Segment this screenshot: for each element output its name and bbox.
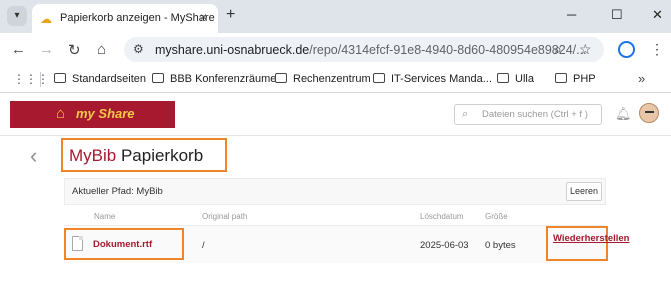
bookmarks-more-icon[interactable]: »: [638, 71, 645, 86]
new-tab-button[interactable]: +: [226, 6, 235, 24]
logo-text: my Share: [76, 106, 135, 121]
logo-mark-icon: ⌂: [56, 105, 66, 122]
forward-arrow-icon[interactable]: →: [39, 41, 54, 58]
maximize-icon[interactable]: ☐: [611, 7, 623, 23]
folder-icon: [275, 73, 287, 83]
deleted-date: 2025-06-03: [420, 240, 469, 251]
folder-icon: [54, 73, 66, 83]
folder-icon: [497, 73, 509, 83]
url-text: myshare.uni-osnabrueck.de/repo/4314efcf-…: [155, 43, 587, 57]
browser-tab-strip: ▾ ☁ Papierkorb anzeigen - MyShare × + ─ …: [0, 0, 671, 33]
bookmarks-separator: [40, 72, 41, 87]
url-path: /repo/4314efcf-91e8-4940-8d60-480954e898…: [309, 43, 587, 57]
search-icon: ⌕: [462, 108, 469, 120]
bookmark-ulla[interactable]: Ulla: [497, 73, 534, 85]
search-placeholder: Dateien suchen (Ctrl + f ): [482, 109, 588, 120]
bookmark-star-icon[interactable]: ☆: [579, 41, 592, 58]
site-info-icon[interactable]: ⚙: [133, 42, 144, 56]
clear-trash-button[interactable]: Leeren: [566, 182, 602, 201]
trash-page: ‹ MyBib Papierkorb Aktueller Pfad: MyBib…: [0, 137, 671, 285]
notification-bell-icon[interactable]: 🔔︎: [615, 106, 632, 122]
minimize-icon[interactable]: ─: [567, 7, 576, 22]
bookmark-standardseiten[interactable]: Standardseiten: [54, 73, 146, 85]
url-host: myshare.uni-osnabrueck.de: [155, 43, 310, 57]
myshare-logo[interactable]: ⌂ my Share: [10, 101, 175, 128]
file-name-highlight: Dokument.rtf: [64, 228, 184, 260]
address-bar[interactable]: ⚙ myshare.uni-osnabrueck.de/repo/4314efc…: [124, 37, 604, 62]
folder-icon: [555, 73, 567, 83]
current-path: Aktueller Pfad: MyBib: [72, 186, 163, 197]
zoom-icon[interactable]: ⌕: [554, 41, 562, 58]
browser-toolbar: ← → ↻ ⌂ ⚙ myshare.uni-osnabrueck.de/repo…: [0, 33, 671, 66]
app-header: ⌂ my Share ⌕ Dateien suchen (Ctrl + f ) …: [0, 94, 671, 136]
file-icon: [72, 236, 83, 251]
original-path: /: [202, 240, 205, 251]
table-header: Name Original path Löschdatum Größe: [64, 209, 606, 226]
column-original-path: Original path: [202, 212, 248, 221]
menu-kebab-icon[interactable]: ⋮: [650, 41, 664, 58]
bookmark-bbb[interactable]: BBB Konferenzräume: [152, 73, 276, 85]
bookmark-it-services[interactable]: IT-Services Manda...: [373, 73, 492, 85]
avatar[interactable]: [639, 103, 659, 123]
browser-tab[interactable]: ☁ Papierkorb anzeigen - MyShare ×: [32, 4, 218, 33]
file-size: 0 bytes: [485, 240, 516, 251]
restore-highlight: Wiederherstellen: [546, 226, 629, 261]
page-title: MyBib Papierkorb: [69, 146, 204, 165]
home-icon[interactable]: ⌂: [97, 41, 106, 58]
back-chevron-icon[interactable]: ‹: [30, 143, 37, 169]
folder-icon: [373, 73, 385, 83]
column-deleted-date: Löschdatum: [420, 212, 464, 221]
column-name: Name: [94, 212, 116, 221]
path-bar: Aktueller Pfad: MyBib Leeren: [64, 178, 606, 205]
back-arrow-icon[interactable]: ←: [11, 41, 26, 58]
window-close-icon[interactable]: ✕: [652, 7, 663, 23]
restore-link[interactable]: Wiederherstellen: [553, 233, 629, 245]
column-size: Größe: [485, 212, 508, 221]
tab-close-icon[interactable]: ×: [200, 10, 207, 24]
tab-title: Papierkorb anzeigen - MyShare: [60, 12, 215, 24]
profile-icon[interactable]: [618, 41, 635, 58]
bookmark-php[interactable]: PHP: [555, 73, 596, 85]
title-highlight: MyBib Papierkorb: [61, 138, 227, 172]
myshare-favicon-icon: ☁: [40, 12, 52, 26]
apps-grid-icon[interactable]: ⋮⋮⋮: [13, 72, 49, 86]
tab-search-icon[interactable]: ▾: [7, 6, 27, 26]
search-input[interactable]: ⌕ Dateien suchen (Ctrl + f ): [454, 104, 602, 125]
table-row: Dokument.rtf / 2025-06-03 0 bytes Wieder…: [64, 226, 629, 263]
reload-icon[interactable]: ↻: [68, 41, 81, 59]
bookmarks-bar: ⋮⋮⋮ Standardseiten BBB Konferenzräume Re…: [0, 66, 671, 93]
bookmark-rechenzentrum[interactable]: Rechenzentrum: [275, 73, 371, 85]
file-name-link[interactable]: Dokument.rtf: [93, 239, 152, 250]
folder-icon: [152, 73, 164, 83]
